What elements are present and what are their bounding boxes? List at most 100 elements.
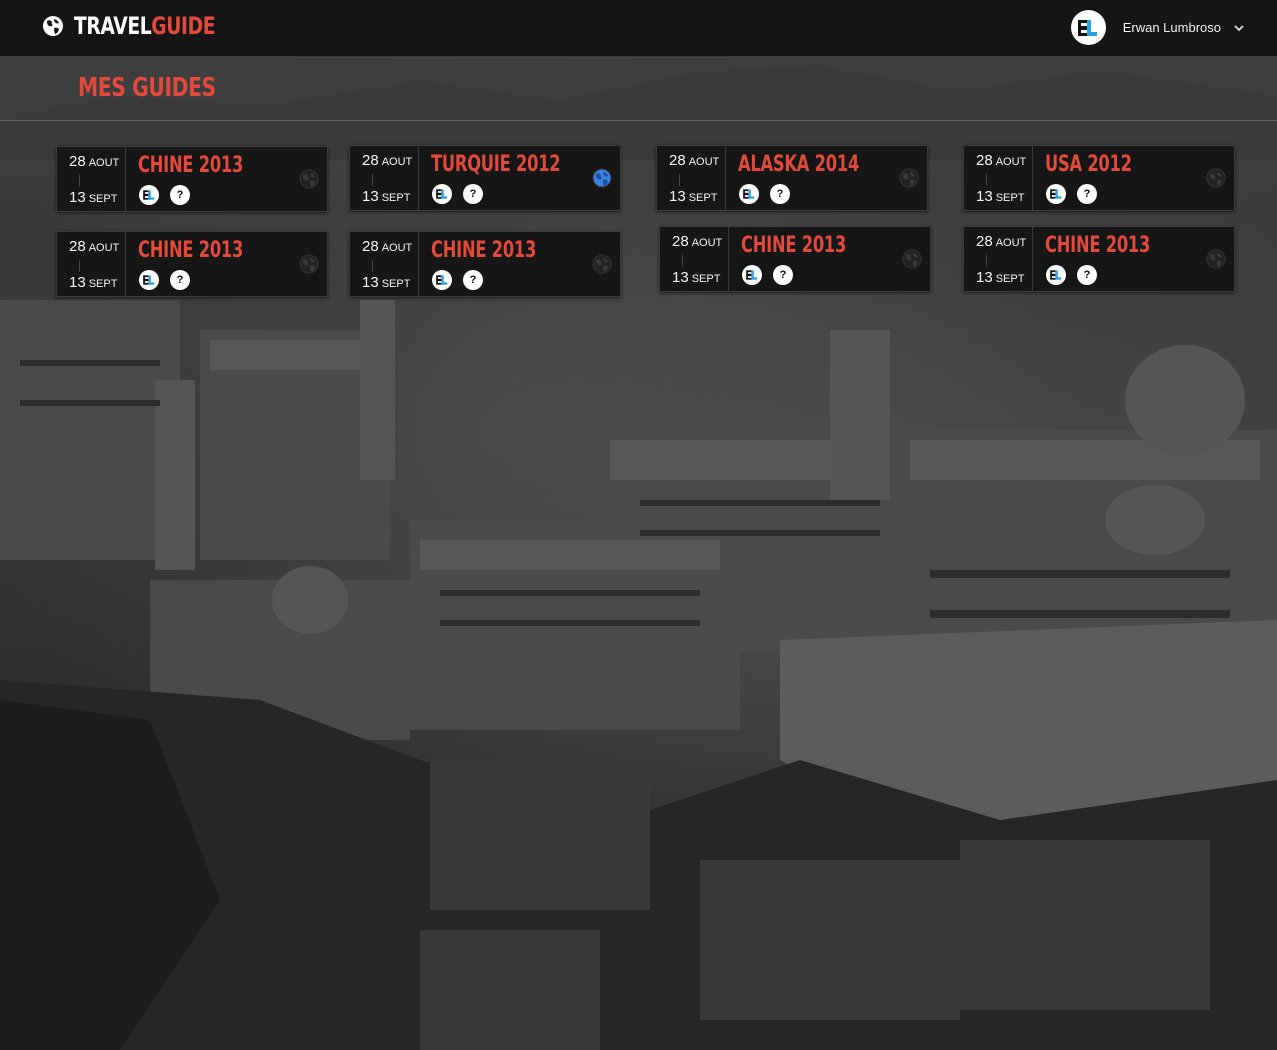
guide-dates: 28 AOUT 13 SEPT [964, 227, 1033, 291]
start-day: 28 [976, 233, 993, 250]
start-date: 28 AOUT [362, 152, 412, 170]
end-day: 13 [69, 189, 86, 206]
end-date: 13 SEPT [672, 269, 720, 287]
globe-icon[interactable] [592, 168, 612, 188]
end-date: 13 SEPT [669, 188, 717, 206]
add-member-button[interactable]: ? [463, 270, 483, 290]
guide-card[interactable]: 28 AOUT 13 SEPT TURQUIE 2012 ? [349, 145, 621, 211]
el-logo-icon [143, 190, 155, 200]
el-logo-icon [1050, 270, 1062, 280]
page-header: MES GUIDES [0, 58, 1277, 121]
chevron-down-icon[interactable] [1233, 22, 1245, 34]
guide-title[interactable]: TURQUIE 2012 [431, 152, 561, 177]
el-logo-icon [746, 270, 758, 280]
guide-dates: 28 AOUT 13 SEPT [964, 146, 1033, 210]
member-avatar[interactable] [139, 185, 159, 205]
globe-icon[interactable] [299, 169, 319, 189]
guide-title[interactable]: USA 2012 [1045, 152, 1132, 177]
member-avatar[interactable] [739, 184, 759, 204]
start-date: 28 AOUT [362, 238, 412, 256]
el-logo-icon [743, 189, 755, 199]
guide-card[interactable]: 28 AOUT 13 SEPT CHINE 2013 ? [659, 226, 931, 292]
brand-travel: TRAVEL [74, 12, 152, 40]
guide-title[interactable]: CHINE 2013 [431, 238, 536, 263]
guide-members: ? [739, 184, 801, 204]
guide-dates: 28 AOUT 13 SEPT [660, 227, 729, 291]
add-member-button[interactable]: ? [170, 270, 190, 290]
end-month: SEPT [995, 192, 1025, 204]
guide-members: ? [1046, 184, 1108, 204]
start-month: AOUT [688, 156, 720, 168]
guide-card[interactable]: 28 AOUT 13 SEPT CHINE 2013 ? [56, 231, 328, 297]
end-date: 13 SEPT [976, 269, 1024, 287]
globe-icon[interactable] [1206, 168, 1226, 188]
member-avatar[interactable] [139, 270, 159, 290]
add-member-button[interactable]: ? [463, 184, 483, 204]
start-month: AOUT [381, 156, 413, 168]
guide-members: ? [432, 184, 494, 204]
end-date: 13 SEPT [69, 189, 117, 207]
end-day: 13 [669, 188, 686, 205]
date-separator [79, 260, 80, 272]
start-date: 28 AOUT [976, 152, 1026, 170]
end-date: 13 SEPT [69, 274, 117, 292]
guide-title[interactable]: CHINE 2013 [138, 238, 243, 263]
guide-title[interactable]: CHINE 2013 [138, 153, 243, 178]
end-month: SEPT [88, 193, 118, 205]
start-day: 28 [69, 238, 86, 255]
el-logo-icon [436, 275, 448, 285]
guide-card[interactable]: 28 AOUT 13 SEPT CHINE 2013 ? [963, 226, 1235, 292]
user-name[interactable]: Erwan Lumbroso [1123, 20, 1221, 35]
end-day: 13 [362, 188, 379, 205]
start-date: 28 AOUT [669, 152, 719, 170]
start-month: AOUT [691, 237, 723, 249]
brand-guide: GUIDE [151, 12, 216, 40]
add-member-button[interactable]: ? [773, 265, 793, 285]
user-menu[interactable]: Erwan Lumbroso [1070, 10, 1245, 45]
date-separator [682, 255, 683, 267]
member-avatar[interactable] [432, 270, 452, 290]
start-month: AOUT [381, 242, 413, 254]
start-month: AOUT [995, 237, 1027, 249]
guide-card[interactable]: 28 AOUT 13 SEPT CHINE 2013 ? [56, 146, 328, 212]
guide-members: ? [139, 270, 201, 290]
member-avatar[interactable] [742, 265, 762, 285]
start-day: 28 [976, 152, 993, 169]
member-avatar[interactable] [1046, 184, 1066, 204]
globe-icon[interactable] [899, 168, 919, 188]
add-member-button[interactable]: ? [770, 184, 790, 204]
start-month: AOUT [88, 242, 120, 254]
add-member-button[interactable]: ? [1077, 184, 1097, 204]
add-member-button[interactable]: ? [1077, 265, 1097, 285]
end-month: SEPT [381, 192, 411, 204]
member-avatar[interactable] [1046, 265, 1066, 285]
user-avatar[interactable] [1070, 10, 1106, 45]
add-member-button[interactable]: ? [170, 185, 190, 205]
globe-icon [43, 16, 63, 36]
guide-card[interactable]: 28 AOUT 13 SEPT USA 2012 ? [963, 145, 1235, 211]
end-day: 13 [976, 269, 993, 286]
end-day: 13 [69, 274, 86, 291]
guide-card[interactable]: 28 AOUT 13 SEPT ALASKA 2014 ? [656, 145, 928, 211]
globe-icon[interactable] [592, 254, 612, 274]
start-day: 28 [362, 152, 379, 169]
end-day: 13 [976, 188, 993, 205]
guide-title[interactable]: CHINE 2013 [1045, 233, 1150, 258]
guide-members: ? [1046, 265, 1108, 285]
logo[interactable]: TRAVELGUIDE [42, 12, 255, 40]
guide-title[interactable]: CHINE 2013 [741, 233, 846, 258]
guide-title[interactable]: ALASKA 2014 [738, 152, 859, 177]
start-month: AOUT [88, 157, 120, 169]
start-day: 28 [69, 153, 86, 170]
start-date: 28 AOUT [69, 153, 119, 171]
brand-name: TRAVELGUIDE [74, 12, 216, 40]
globe-icon[interactable] [1206, 249, 1226, 269]
member-avatar[interactable] [432, 184, 452, 204]
globe-icon[interactable] [902, 249, 922, 269]
guide-dates: 28 AOUT 13 SEPT [57, 147, 126, 211]
end-date: 13 SEPT [976, 188, 1024, 206]
start-month: AOUT [995, 156, 1027, 168]
guide-members: ? [432, 270, 494, 290]
guide-card[interactable]: 28 AOUT 13 SEPT CHINE 2013 ? [349, 231, 621, 297]
globe-icon[interactable] [299, 254, 319, 274]
